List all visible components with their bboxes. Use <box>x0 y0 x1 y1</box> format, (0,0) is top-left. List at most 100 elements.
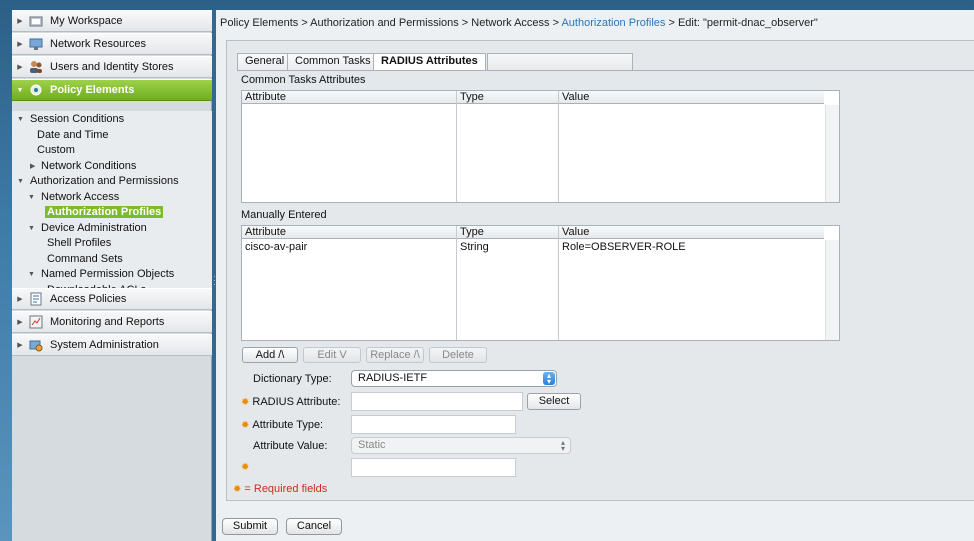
table-header: Attribute Type Value <box>242 226 824 239</box>
nav-section-label: System Administration <box>50 339 159 351</box>
nav-section-label: My Workspace <box>50 15 123 27</box>
attribute-value-input[interactable] <box>351 458 516 477</box>
radius-attribute-label: ✹ RADIUS Attribute: <box>241 396 341 408</box>
nav-section-access-policies[interactable]: ▶ Access Policies <box>12 288 212 310</box>
table-scrollbar[interactable] <box>825 105 839 202</box>
nav-section-network-resources[interactable]: ▶ Network Resources <box>12 33 212 55</box>
column-header-attribute: Attribute <box>245 91 286 103</box>
collapse-arrow-icon: ▼ <box>28 271 35 278</box>
breadcrumb-path: Policy Elements > Authorization and Perm… <box>220 17 562 29</box>
expand-arrow-icon: ▶ <box>30 162 36 170</box>
network-resources-icon <box>28 36 44 52</box>
tree-item-named-permission-objects[interactable]: ▼ Named Permission Objects <box>12 267 212 283</box>
collapse-arrow-icon: ▼ <box>17 116 24 123</box>
required-star-icon: ✹ <box>241 462 250 473</box>
policy-elements-tree: ▼ Session Conditions Date and Time Custo… <box>12 111 212 300</box>
submit-button[interactable]: Submit <box>222 518 278 535</box>
nav-section-monitoring-reports[interactable]: ▶ Monitoring and Reports <box>12 311 212 333</box>
attribute-value-label: Attribute Value: <box>253 440 328 452</box>
dictionary-type-label: Dictionary Type: <box>253 373 332 385</box>
policy-elements-icon <box>28 82 44 98</box>
nav-section-label: Network Resources <box>50 38 146 50</box>
edit-profile-form: General Common Tasks RADIUS Attributes C… <box>226 40 974 501</box>
tree-item-custom[interactable]: Custom <box>12 143 212 159</box>
users-icon <box>28 59 44 75</box>
tree-item-command-sets[interactable]: Command Sets <box>12 252 212 268</box>
expand-arrow-icon: ▶ <box>17 296 23 303</box>
system-admin-icon <box>28 337 44 353</box>
dictionary-type-value: RADIUS-IETF <box>358 372 428 384</box>
column-divider <box>558 91 559 202</box>
table-scrollbar[interactable] <box>825 240 839 340</box>
column-divider <box>456 91 457 202</box>
radius-attribute-input[interactable] <box>351 392 523 411</box>
tree-item-device-administration[interactable]: ▼ Device Administration <box>12 221 212 237</box>
required-star-icon: ✹ <box>233 484 242 495</box>
table-header: Attribute Type Value <box>242 91 824 104</box>
cell-attribute[interactable]: cisco-av-pair <box>242 241 307 253</box>
tab-general[interactable]: General <box>237 53 293 70</box>
tree-item-shell-profiles[interactable]: Shell Profiles <box>12 236 212 252</box>
cancel-button[interactable]: Cancel <box>286 518 342 535</box>
add-button[interactable]: Add /\ <box>242 347 298 363</box>
breadcrumb-current: > Edit: "permit-dnac_observer" <box>665 17 818 29</box>
nav-section-policy-elements[interactable]: ▼ Policy Elements <box>12 79 212 101</box>
edit-button[interactable]: Edit V <box>303 347 361 363</box>
tree-item-network-conditions[interactable]: ▶ Network Conditions <box>12 159 212 175</box>
radius-attributes-panel: Common Tasks Attributes Attribute Type V… <box>233 70 974 501</box>
left-navigation-panel: ▶ My Workspace ▶ Network Resources ▶ Use… <box>12 10 212 541</box>
nav-section-system-administration[interactable]: ▶ System Administration <box>12 334 212 356</box>
tree-item-date-time[interactable]: Date and Time <box>12 128 212 144</box>
tree-item-session-conditions[interactable]: ▼ Session Conditions <box>12 112 212 128</box>
tab-common-tasks[interactable]: Common Tasks <box>287 53 379 70</box>
main-content: Policy Elements > Authorization and Perm… <box>216 10 974 541</box>
column-header-value: Value <box>562 226 590 238</box>
required-star-icon: ✹ <box>241 397 250 408</box>
required-fields-note: ✹ = Required fields <box>233 483 328 495</box>
expand-arrow-icon: ▶ <box>17 319 23 326</box>
nav-section-label: Monitoring and Reports <box>50 316 165 328</box>
delete-button[interactable]: Delete <box>429 347 487 363</box>
cell-type[interactable]: String <box>457 241 489 253</box>
nav-section-label: Policy Elements <box>50 84 135 96</box>
column-header-value: Value <box>562 91 590 103</box>
dictionary-type-select[interactable]: RADIUS-IETF ▴ ▾ <box>351 370 557 387</box>
nav-section-my-workspace[interactable]: ▶ My Workspace <box>12 10 212 32</box>
workspace-icon <box>28 13 44 29</box>
expand-arrow-icon: ▶ <box>17 64 23 71</box>
breadcrumb: Policy Elements > Authorization and Perm… <box>220 17 818 29</box>
manual-entries-table: Attribute Type Value cisco-av-pair Strin… <box>241 225 840 341</box>
breadcrumb-link-authorization-profiles[interactable]: Authorization Profiles <box>561 17 665 29</box>
tree-item-network-access[interactable]: ▼ Network Access <box>12 190 212 206</box>
attribute-value-select[interactable]: Static ▴ ▾ <box>351 437 571 454</box>
tree-item-authorization-profiles[interactable]: Authorization Profiles <box>12 205 212 221</box>
select-stepper-icon: ▴ ▾ <box>560 438 565 453</box>
attribute-type-label: ✹ Attribute Type: <box>241 419 324 431</box>
tab-radius-attributes[interactable]: RADIUS Attributes <box>373 53 486 71</box>
cell-value[interactable]: Role=OBSERVER-ROLE <box>559 241 686 253</box>
collapse-arrow-icon: ▼ <box>16 86 24 94</box>
monitoring-icon <box>28 314 44 330</box>
value-required-marker: ✹ <box>241 461 252 473</box>
tab-strip <box>487 53 633 70</box>
common-tasks-title: Common Tasks Attributes <box>241 74 366 86</box>
collapse-arrow-icon: ▼ <box>28 193 35 201</box>
column-header-type: Type <box>460 91 484 103</box>
collapse-arrow-icon: ▼ <box>28 224 35 232</box>
access-policies-icon <box>28 291 44 307</box>
expand-arrow-icon: ▶ <box>17 342 23 349</box>
collapse-arrow-icon: ▼ <box>17 178 24 185</box>
required-star-icon: ✹ <box>241 420 250 431</box>
expand-arrow-icon: ▶ <box>17 18 23 25</box>
select-stepper-icon: ▴ ▾ <box>543 372 555 386</box>
nav-section-users-identity-stores[interactable]: ▶ Users and Identity Stores <box>12 56 212 78</box>
select-button[interactable]: Select <box>527 393 581 410</box>
column-header-type: Type <box>460 226 484 238</box>
common-tasks-table: Attribute Type Value <box>241 90 840 203</box>
expand-arrow-icon: ▶ <box>17 41 23 48</box>
attribute-value-option: Static <box>358 439 386 451</box>
attribute-type-input[interactable] <box>351 415 516 434</box>
nav-section-label: Access Policies <box>50 293 127 305</box>
tree-item-authorization-permissions[interactable]: ▼ Authorization and Permissions <box>12 174 212 190</box>
replace-button[interactable]: Replace /\ <box>366 347 424 363</box>
